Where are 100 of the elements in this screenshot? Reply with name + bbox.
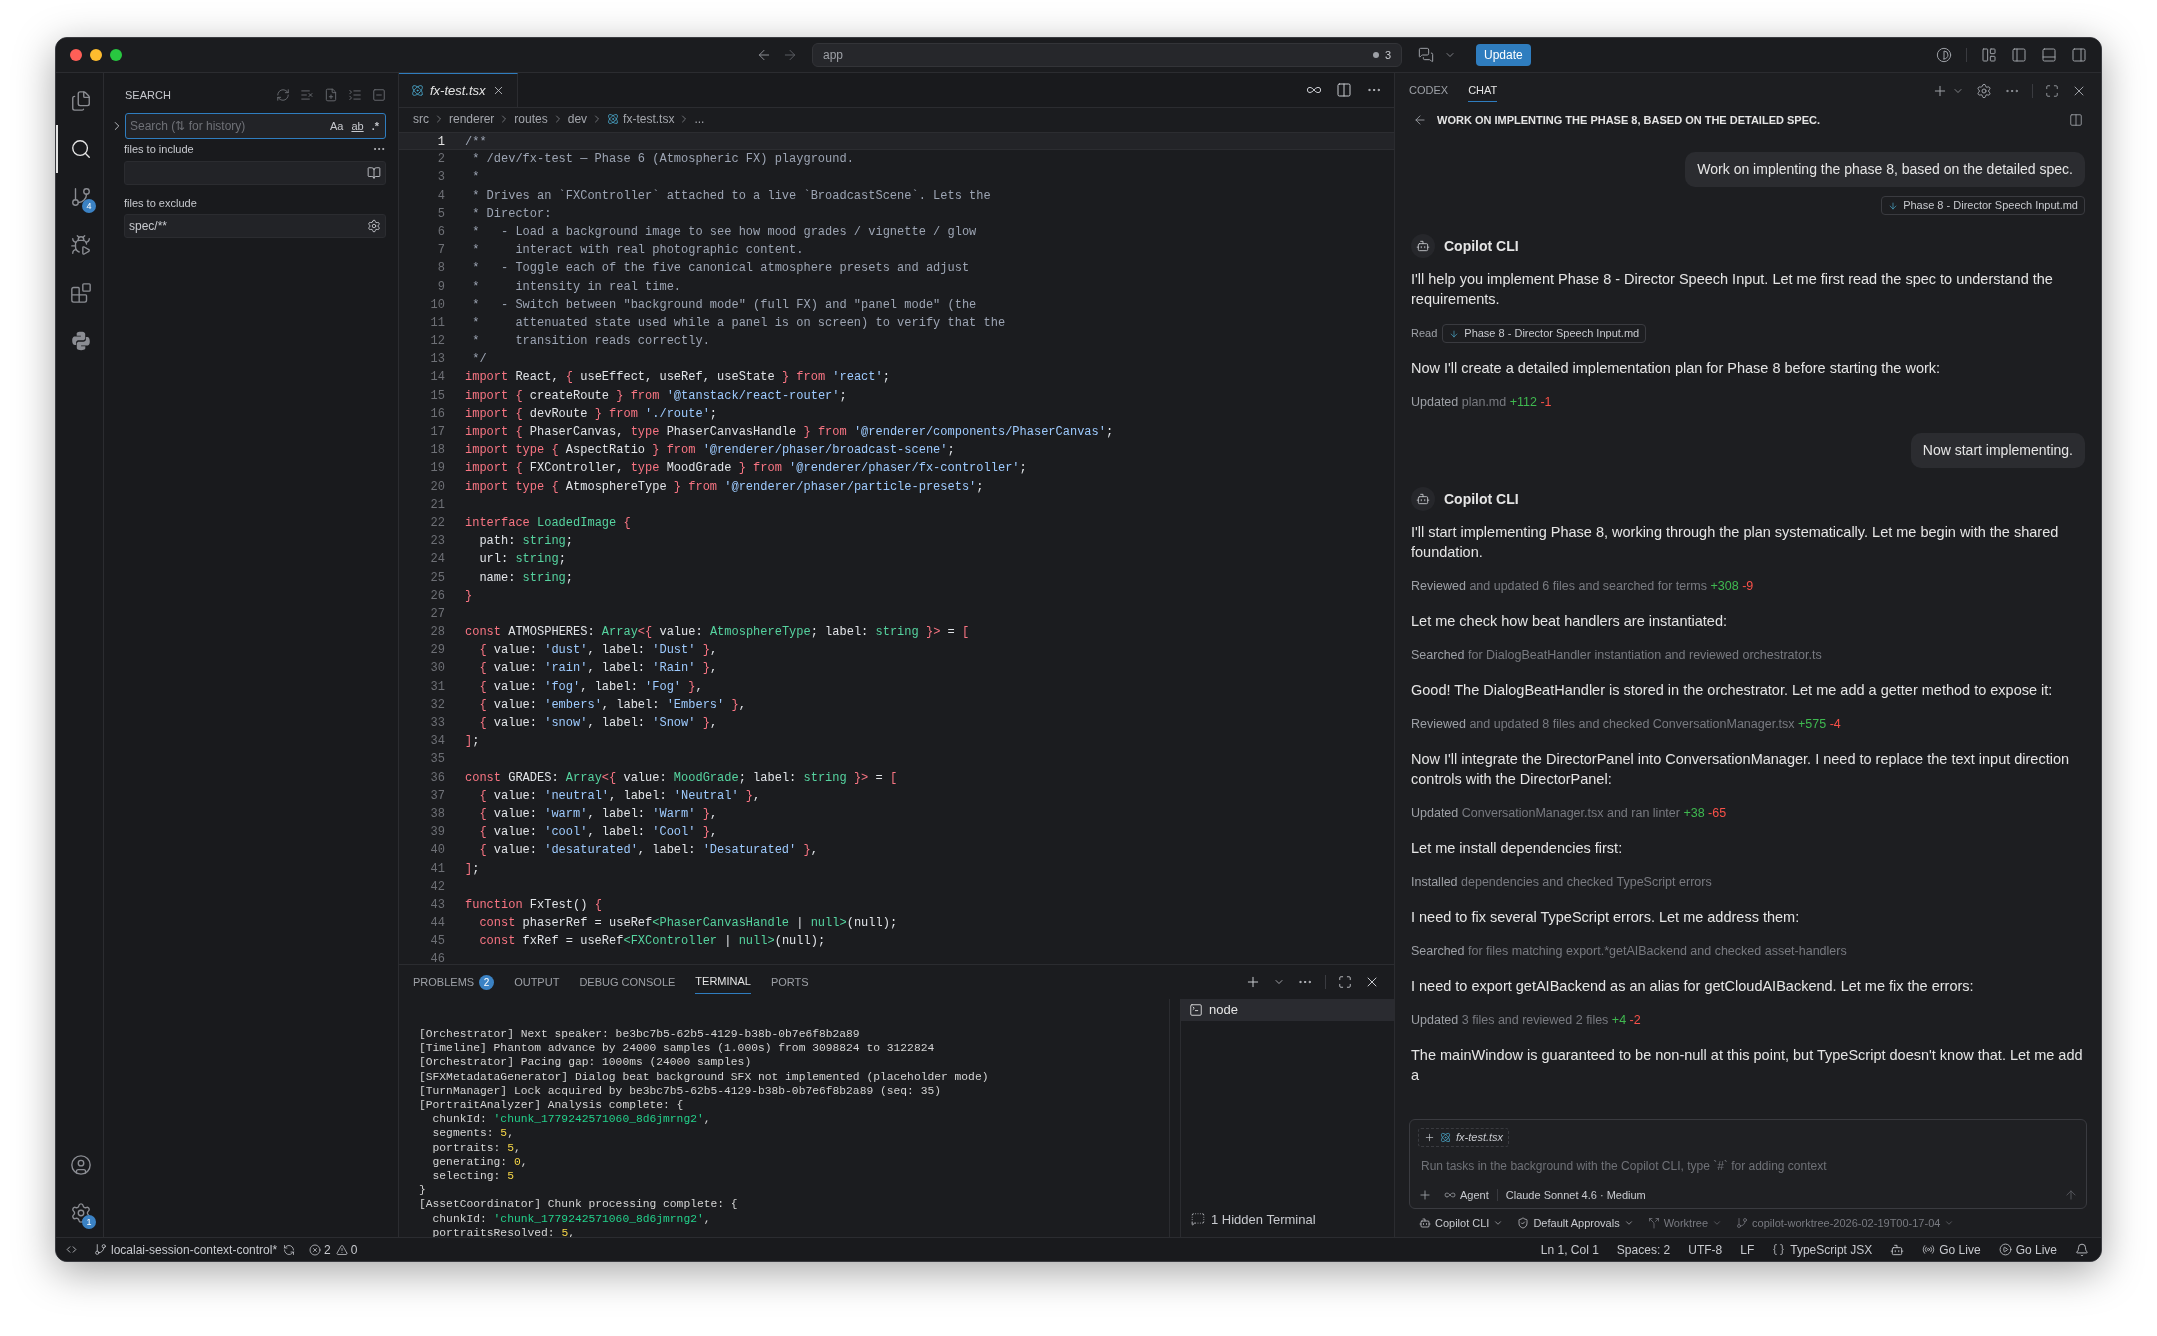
search-option[interactable]: .*	[369, 117, 381, 135]
back-icon[interactable]	[756, 47, 772, 63]
branch-name[interactable]: localai-session-context-control*	[111, 1240, 278, 1259]
search-option[interactable]: ab	[349, 117, 366, 135]
option-picker[interactable]: copilot-worktree-2026-02-19T00-17-04	[1736, 1214, 1955, 1232]
panel-bottom-icon[interactable]	[2041, 47, 2057, 63]
action-summary[interactable]: Updated ConversationManager.tsx and ran linter +38 -65	[1411, 804, 1727, 823]
warning-count[interactable]: 0	[350, 1240, 358, 1259]
breadcrumb[interactable]: ...	[694, 110, 705, 128]
indentation[interactable]: Spaces: 2	[1616, 1240, 1671, 1259]
breadcrumb[interactable]: src	[413, 110, 429, 128]
line-number: 11	[429, 314, 445, 332]
language-mode[interactable]: TypeScript JSX	[1790, 1240, 1873, 1259]
code-line: const ATMOSPHERES: Array<{ value: AtmosphereType; label: string }> = [	[465, 624, 970, 642]
hidden-terminals-button[interactable]: 1 Hidden Terminal	[1181, 1209, 1394, 1237]
code-line: * - Switch between "background mode" (full FX) and "panel mode" (the	[471, 296, 977, 314]
command-center[interactable]: app 3	[812, 43, 1402, 67]
line-number: 18	[429, 442, 445, 460]
close-window-button[interactable]	[70, 49, 82, 61]
error-count[interactable]: 2	[324, 1240, 331, 1259]
go-live-button[interactable]: Go Live	[2015, 1240, 2057, 1259]
atom-icon	[607, 113, 620, 125]
breadcrumb[interactable]: renderer	[449, 110, 495, 128]
action-summary[interactable]: Reviewed and updated 6 files and searched for terms +308 -9	[1411, 577, 1754, 596]
update-button[interactable]: Update	[1476, 44, 1531, 66]
line-number: 29	[429, 642, 445, 660]
context-chip[interactable]: fx-test.tsx	[1418, 1127, 1510, 1147]
panel-tab[interactable]: OUTPUT	[514, 970, 560, 994]
sidebar-toggle-icon[interactable]	[2069, 113, 2083, 127]
exclude-field[interactable]: spec/**	[124, 214, 386, 238]
action-summary[interactable]: Installed dependencies and checked TypeScript errors	[1411, 873, 1712, 892]
action-summary[interactable]: Updated 3 files and reviewed 2 files +4 -2	[1411, 1011, 1641, 1030]
code-line: { value: 'dust', label: 'Dust' },	[478, 642, 718, 660]
include-field[interactable]	[124, 160, 386, 185]
panel-left-icon[interactable]	[2011, 47, 2027, 63]
line-number: 25	[429, 569, 445, 587]
maximize-icon[interactable]	[2045, 83, 2059, 98]
line-ending[interactable]: LF	[1740, 1240, 1755, 1259]
breadcrumb[interactable]: routes	[514, 110, 548, 128]
panel-tab[interactable]: PROBLEMS 2	[413, 970, 495, 994]
book-icon[interactable]	[367, 165, 381, 180]
sync-icon[interactable]	[283, 1243, 296, 1256]
breadcrumb[interactable]: dev	[567, 110, 588, 128]
search-option[interactable]: Aa	[327, 117, 346, 135]
panel-tab[interactable]: TERMINAL	[695, 970, 751, 994]
search-field[interactable]: Search (⇅ for history) Aa ab .*	[125, 113, 386, 139]
line-number: 40	[429, 842, 445, 860]
option-picker[interactable]: Worktree	[1647, 1214, 1723, 1232]
chat-tab[interactable]: CODEX	[1409, 79, 1449, 102]
panel-tab[interactable]: DEBUG CONSOLE	[579, 970, 676, 994]
contrast-icon[interactable]	[1936, 47, 1952, 63]
line-number: 37	[429, 787, 445, 805]
bell-icon[interactable]	[2075, 1242, 2089, 1257]
settings-icon[interactable]	[367, 219, 381, 233]
settings-button[interactable]: 1	[56, 1189, 104, 1237]
editor-tab[interactable]: fx-test.tsx	[399, 73, 518, 107]
chat-tab[interactable]: CHAT	[1468, 79, 1498, 102]
panel-right-icon[interactable]	[2071, 47, 2087, 63]
encoding[interactable]: UTF-8	[1688, 1240, 1723, 1259]
refresh-icon[interactable]	[276, 88, 290, 102]
user-message: Work on implenting the phase 8, based on the detailed spec.	[1685, 152, 2085, 187]
code-line: { value: 'rain', label: 'Rain' },	[478, 660, 718, 678]
back-icon[interactable]	[1413, 113, 1427, 127]
attachment-chip[interactable]: Phase 8 - Director Speech Input.md	[1881, 196, 2085, 215]
bot-icon[interactable]	[1890, 1242, 1905, 1257]
attachment-chip[interactable]: Phase 8 - Director Speech Input.md	[1442, 324, 1647, 343]
go-live-button[interactable]: Go Live	[1939, 1240, 1981, 1259]
action-summary[interactable]: Reviewed and updated 8 files and checked ConversationManager.tsx +575 -4	[1411, 715, 1841, 734]
new-file-icon[interactable]	[324, 88, 338, 102]
branch-button[interactable]: 4	[56, 173, 104, 221]
breadcrumb[interactable]: fx-test.tsx	[623, 110, 675, 128]
code-line: import { PhaserCanvas, type PhaserCanvasHandle } from '@renderer/components/PhaserCanvas';	[465, 424, 1114, 441]
mode-picker[interactable]: Agent	[1444, 1186, 1489, 1203]
action-summary[interactable]: Searched for files matching export.*getAIBackend and checked asset-handlers	[1411, 942, 1847, 961]
code-line: /**	[465, 134, 487, 150]
action-summary[interactable]: Updated plan.md +112 -1	[1411, 393, 1552, 412]
panel-tab[interactable]: PORTS	[770, 970, 809, 994]
line-number: 27	[429, 605, 445, 623]
add-icon[interactable]	[1245, 974, 1261, 990]
minimize-window-button[interactable]	[90, 49, 102, 61]
option-picker[interactable]: Copilot CLI	[1419, 1214, 1504, 1232]
terminal-line: chunkId: 'chunk_1779242571060_8d6jmrng2',	[431, 1112, 711, 1127]
settings-icon[interactable]	[1976, 82, 1992, 99]
split-editor-icon[interactable]	[1336, 82, 1352, 98]
code-line: const fxRef = useRef<FXController | null>(null);	[478, 933, 826, 951]
blocks-icon	[70, 282, 92, 304]
terminal-list-item[interactable]: node	[1181, 999, 1394, 1021]
line-number: 3	[436, 169, 445, 187]
maximize-window-button[interactable]	[110, 49, 122, 61]
option-picker[interactable]: Default Approvals	[1517, 1214, 1634, 1232]
model-picker[interactable]: Claude Sonnet 4.6 · Medium	[1505, 1186, 1646, 1203]
chat-icon[interactable]	[1418, 47, 1434, 63]
chat-input[interactable]: fx-test.tsx Run tasks in the background with the Copilot CLI, type `#` for adding context Agent Claude Sonnet 4.6 · Medium	[1409, 1118, 2087, 1209]
code-line: * Director:	[471, 205, 552, 223]
maximize-icon[interactable]	[1338, 975, 1352, 989]
code-line: import { FXController, type MoodGrade } from '@renderer/phaser/fx-controller';	[465, 460, 1027, 478]
cursor-position[interactable]: Ln 1, Col 1	[1540, 1240, 1599, 1259]
action-summary[interactable]: Searched for DialogBeatHandler instantiation and reviewed orchestrator.ts	[1411, 646, 1822, 665]
line-number: 26	[429, 587, 445, 605]
layout-icon[interactable]	[1981, 47, 1997, 63]
